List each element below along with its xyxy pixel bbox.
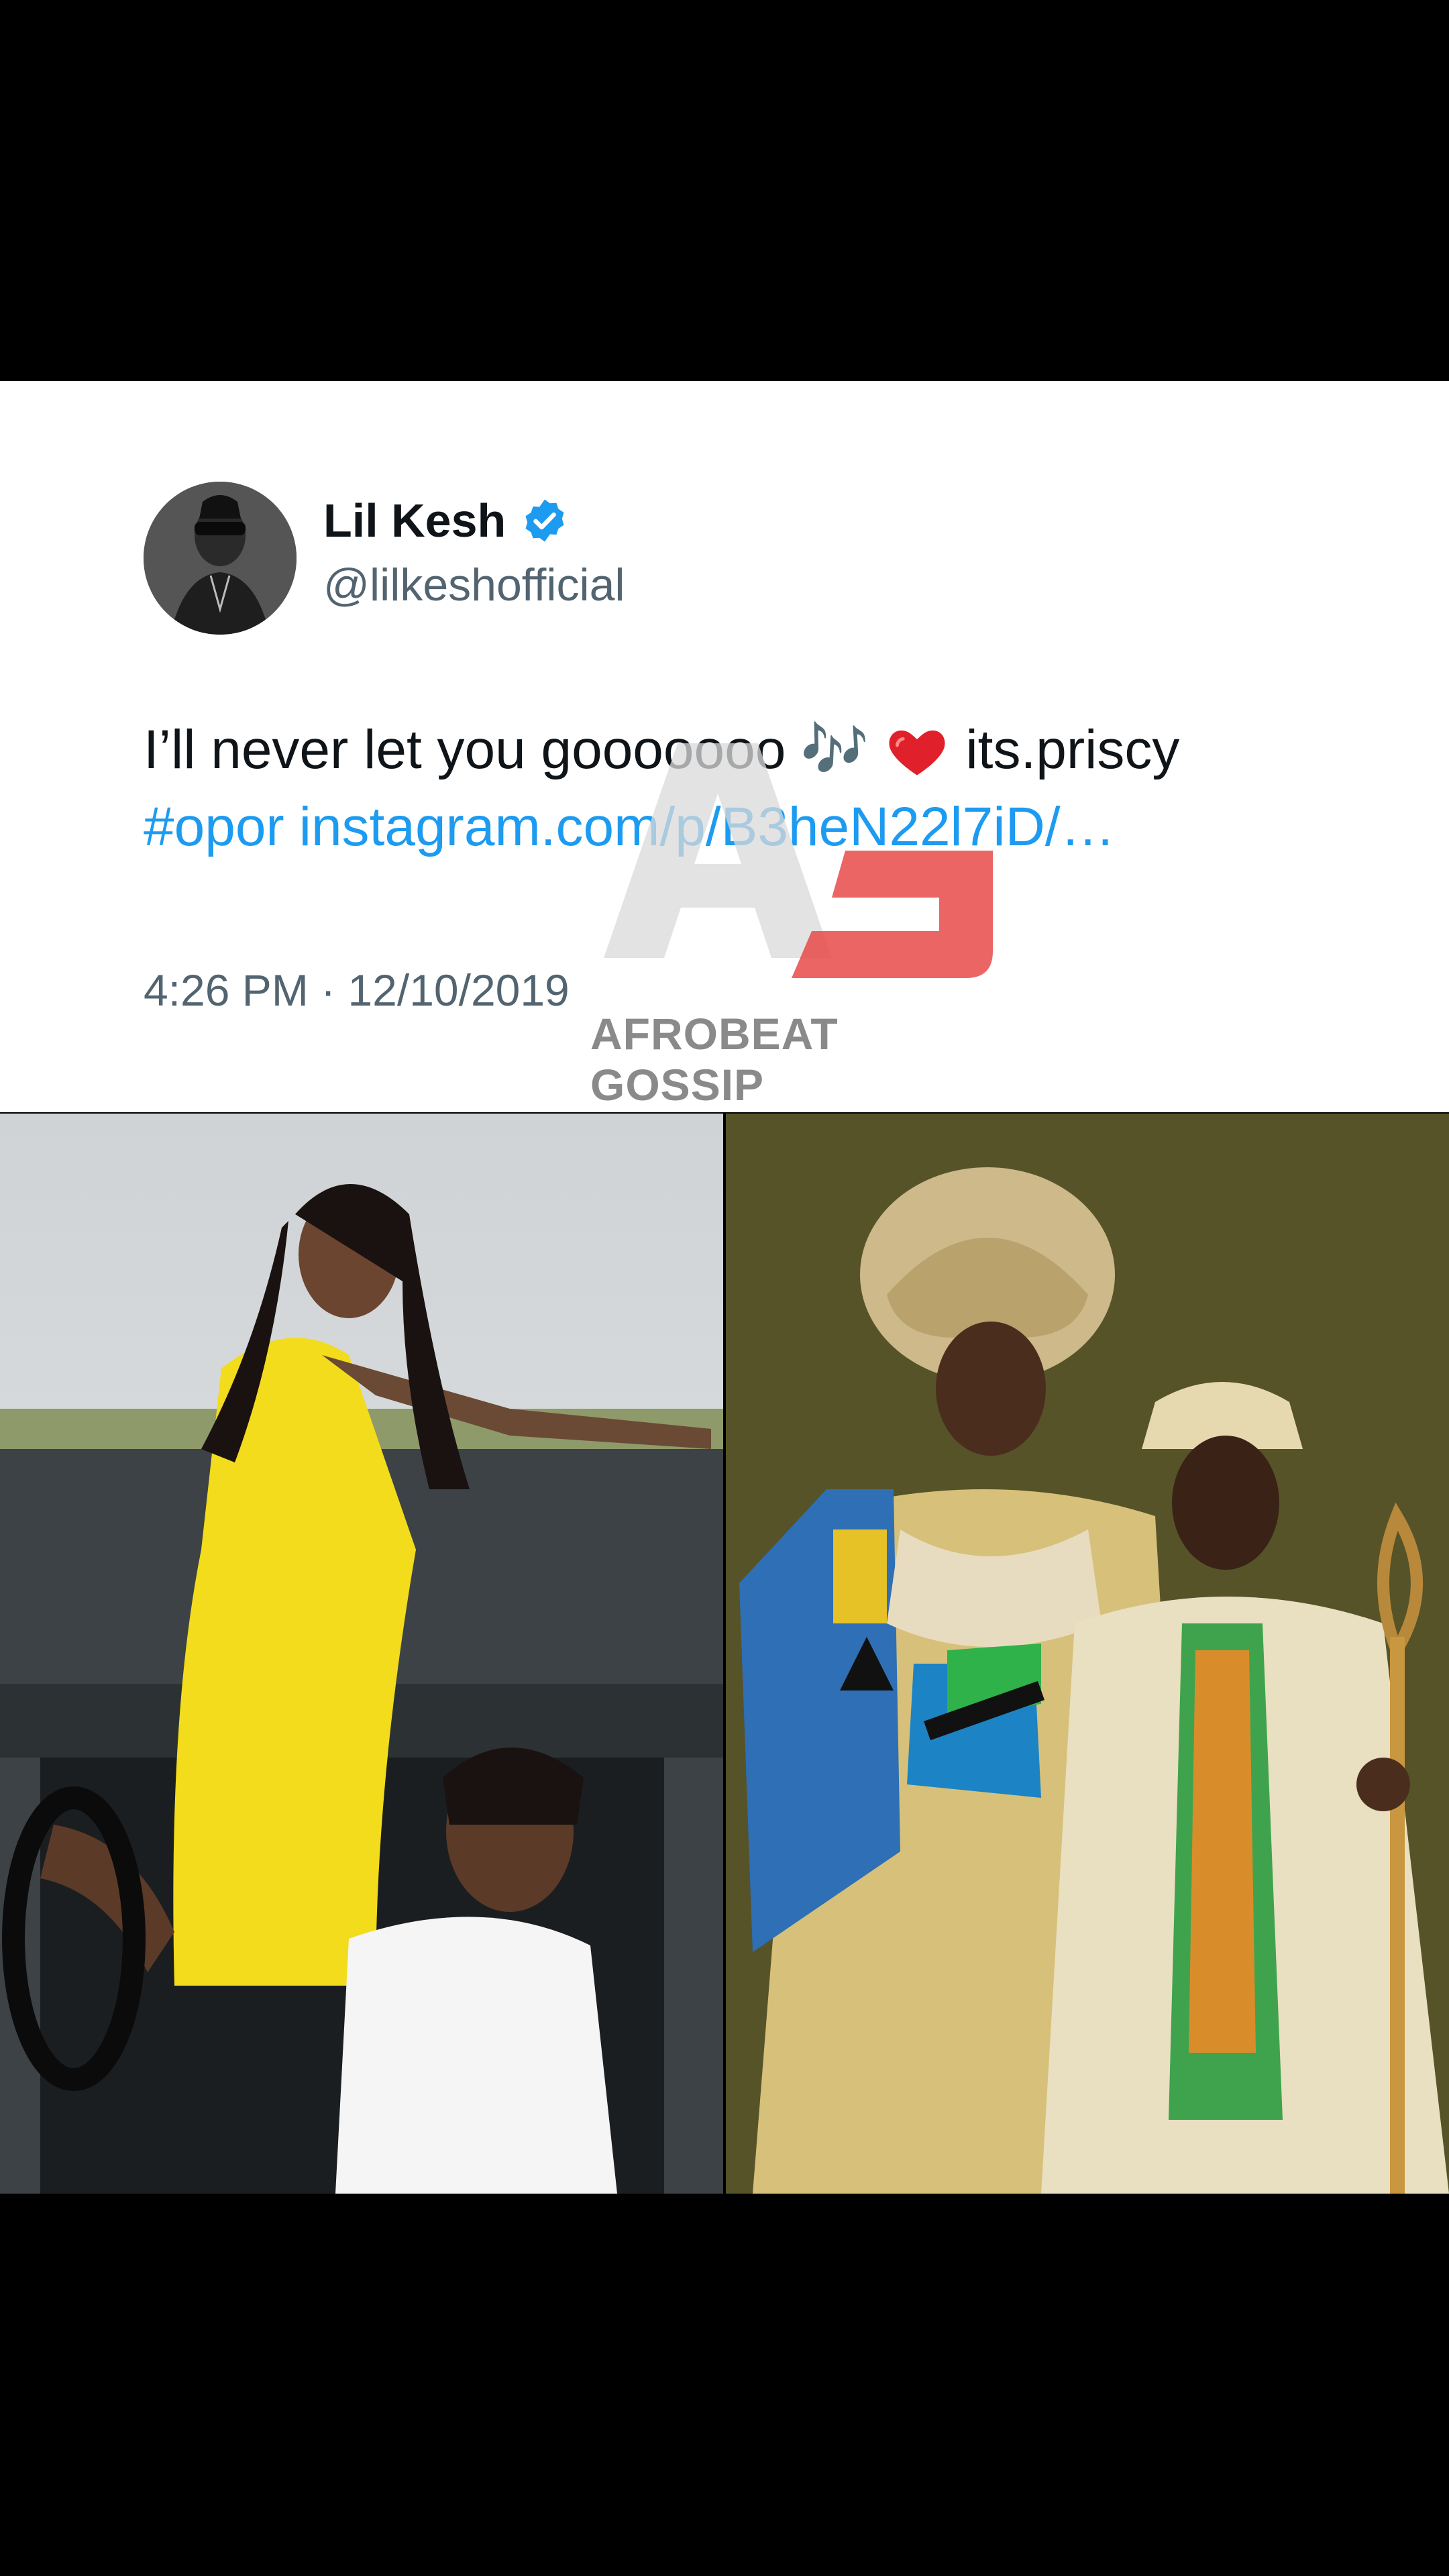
tweet-hashtag[interactable]: #opor (144, 796, 284, 857)
author-handle[interactable]: @lilkeshofficial (323, 559, 625, 611)
tweet-mention[interactable]: its.priscy (965, 718, 1179, 782)
music-notes-icon: 🎶 (800, 719, 869, 780)
tweet-card: Lil Kesh @lilkeshofficial I’ll never let… (0, 381, 1449, 1112)
verified-badge-icon (525, 499, 564, 542)
photo-right[interactable] (726, 1114, 1449, 2194)
tweet-text: I’ll never let you gooooooo (144, 719, 786, 780)
tweet-timestamp[interactable]: 4:26 PM · 12/10/2019 (144, 965, 570, 1016)
author-name-row: Lil Kesh (323, 494, 569, 547)
photo-left[interactable] (0, 1114, 723, 2194)
photo-couple-car-image (0, 1114, 723, 2194)
tweet-text-line2: #opor instagram.com/p/B3heN22l7iD/… (144, 796, 1130, 859)
tweet-text-line1: I’ll never let you gooooooo 🎶 its.priscy (144, 716, 1179, 784)
watermark-text: AFROBEAT GOSSIP (590, 1009, 839, 1110)
red-heart-icon (889, 730, 945, 775)
tweet-link[interactable]: instagram.com/p/B3heN22l7iD/… (299, 796, 1116, 857)
author-name[interactable]: Lil Kesh (323, 494, 506, 547)
profile-avatar[interactable] (144, 482, 297, 635)
photo-traditional-couple-image (726, 1114, 1449, 2194)
avatar-portrait-icon (144, 482, 297, 635)
